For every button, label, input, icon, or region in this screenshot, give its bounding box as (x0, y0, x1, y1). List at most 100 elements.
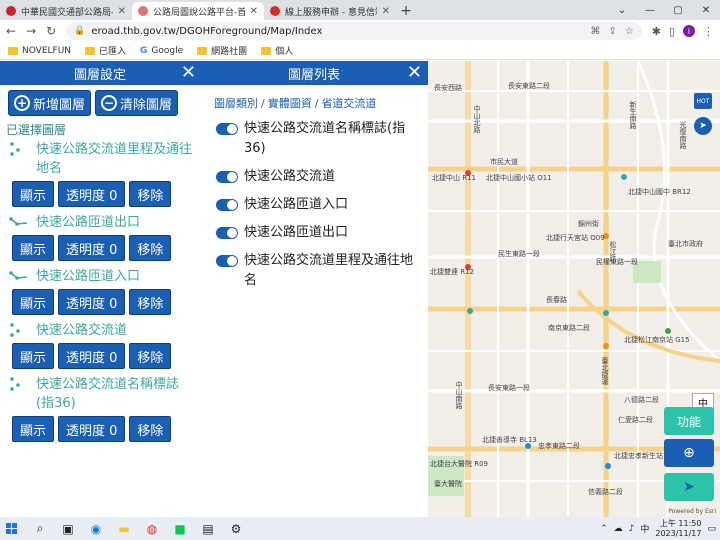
show-button[interactable]: 顯示 (12, 416, 55, 442)
locate-icon[interactable]: ⊕ (664, 439, 714, 467)
settings-gear-icon[interactable]: ⚙ (228, 521, 244, 537)
layer-toggle-row: 快速公路匝道出口 (200, 223, 428, 243)
file-explorer-icon[interactable]: ▬ (116, 521, 132, 537)
layer-name: 快速公路交流道名稱標誌(指36) (36, 377, 180, 411)
extensions-icon[interactable]: ✱ (652, 25, 661, 38)
network-icon[interactable]: ☁ (614, 524, 623, 534)
opacity-button[interactable]: 透明度 0 (58, 343, 126, 369)
map-label: 南京東路二段 (548, 324, 590, 332)
avatar[interactable]: i (683, 25, 695, 37)
tab-title: 線上服務申辦 - 意見信箱 - 案件總 (285, 7, 377, 18)
bookmark-imported[interactable]: 已匯入 (85, 44, 126, 57)
bookmark-google[interactable]: G Google (140, 46, 183, 56)
bookmark-personal[interactable]: 個人 (261, 44, 293, 57)
navigation-icon[interactable]: ➤ (664, 473, 714, 501)
notification-icon[interactable]: ▭ (707, 524, 716, 534)
opacity-button[interactable]: 透明度 0 (58, 181, 126, 207)
translate-icon[interactable]: ⌘ (590, 26, 600, 37)
map-label: 光復南路 (679, 121, 687, 149)
edge-icon[interactable]: ◉ (88, 521, 104, 537)
clock[interactable]: 上午 11:50 2023/11/17 (655, 519, 701, 539)
add-layer-button[interactable]: + 新增圖層 (8, 90, 92, 116)
line-app-icon[interactable]: ■ (172, 521, 188, 537)
remove-button[interactable]: 移除 (129, 289, 172, 315)
bookmark-label: 個人 (275, 47, 294, 57)
new-tab-button[interactable]: + (396, 2, 416, 20)
opacity-button[interactable]: 透明度 0 (58, 235, 126, 261)
clock-date: 2023/11/17 (655, 528, 702, 538)
compass-icon[interactable]: ➤ (694, 117, 712, 135)
task-view-icon[interactable]: ▣ (60, 521, 76, 537)
breadcrumb-item[interactable]: 省道交流道 (321, 97, 376, 110)
close-icon[interactable]: ✕ (382, 6, 390, 17)
layer-buttons: + 新增圖層 − 清除圖層 (0, 85, 200, 121)
map-label: 八德路二段 (624, 396, 659, 404)
bookmarks-bar: NOVELFUN 已匯入 G Google 網路社團 個人 (0, 42, 720, 60)
opacity-button[interactable]: 透明度 0 (58, 289, 126, 315)
bookmark-groups[interactable]: 網路社團 (197, 44, 247, 57)
browser-tab-3[interactable]: 線上服務申辦 - 意見信箱 - 案件總 ✕ (264, 2, 396, 20)
browser-tab-2[interactable]: 公路局圖說公路平台-首台 ✕ (132, 2, 264, 20)
close-window-icon[interactable]: ✕ (692, 0, 720, 20)
toggle-switch[interactable] (216, 255, 238, 267)
layer-toggle-row: 快速公路交流道 (200, 167, 428, 187)
window-controls: ⌄ — ▢ ✕ (608, 0, 720, 20)
share-icon[interactable]: ⇪ (608, 26, 616, 37)
remove-button[interactable]: 移除 (129, 416, 172, 442)
button-label: 新增圖層 (33, 97, 86, 113)
map-label: 北捷松江南京站 G15 (624, 336, 690, 344)
function-button[interactable]: 功能 (664, 407, 714, 435)
chrome-icon[interactable]: ◍ (144, 521, 160, 537)
forward-icon[interactable]: → (26, 24, 36, 38)
toggle-switch[interactable] (216, 227, 238, 239)
breadcrumb: 圖層類別 / 實體圖資 / 省道交流道 (214, 97, 377, 110)
chevron-up-icon[interactable]: ⌃ (600, 524, 608, 534)
remove-button[interactable]: 移除 (129, 181, 172, 207)
map-label: 臺大醫院 (434, 480, 462, 488)
show-button[interactable]: 顯示 (12, 235, 55, 261)
map-label: 北捷中山 R11 (432, 174, 476, 182)
search-icon[interactable]: ⌕ (32, 521, 48, 537)
maximize-icon[interactable]: ▢ (664, 0, 692, 20)
volume-icon[interactable]: ♪ (629, 524, 635, 534)
close-icon[interactable]: ✕ (118, 6, 126, 17)
line-icon (8, 213, 30, 231)
close-icon[interactable]: ✕ (181, 61, 196, 85)
chevron-down-icon[interactable]: ⌄ (608, 0, 636, 20)
tab-title: 公路局圖說公路平台-首台 (153, 7, 245, 18)
app-icon[interactable]: ▤ (200, 521, 216, 537)
tab-title: 中華民國交通部公路局-相關網站 (21, 7, 113, 18)
bookmark-label: 網路社團 (211, 47, 248, 57)
remove-button[interactable]: 移除 (129, 343, 172, 369)
clear-layers-button[interactable]: − 清除圖層 (95, 90, 179, 116)
map-label: 長春路 (546, 296, 567, 304)
url-field[interactable]: 🔒 eroad.thb.gov.tw/DGOHForeground/Map/In… (66, 22, 642, 40)
bookmark-novelfun[interactable]: NOVELFUN (8, 46, 71, 56)
close-icon[interactable]: ✕ (250, 6, 258, 17)
layer-name: 快速公路匝道入口 (36, 269, 141, 284)
browser-tab-1[interactable]: 中華民國交通部公路局-相關網站 ✕ (0, 2, 132, 20)
close-icon[interactable]: ✕ (407, 61, 422, 85)
windows-start-icon[interactable] (4, 521, 20, 537)
map-view[interactable]: 長安西路 市民大道 北捷中山 R11 北捷中山國小站 O11 長安東路二段 中山… (428, 61, 720, 517)
show-button[interactable]: 顯示 (12, 181, 55, 207)
hot-button[interactable]: HOT (694, 93, 712, 109)
show-button[interactable]: 顯示 (12, 289, 55, 315)
minimize-icon[interactable]: — (636, 0, 664, 20)
toggle-switch[interactable] (216, 171, 238, 183)
reload-icon[interactable]: ↻ (46, 24, 56, 38)
opacity-button[interactable]: 透明度 0 (58, 416, 126, 442)
dots-icon (8, 140, 30, 158)
toggle-switch[interactable] (216, 123, 238, 135)
menu-icon[interactable]: ⋮ (703, 25, 714, 38)
breadcrumb-item[interactable]: 實體圖資 (268, 97, 312, 110)
sidebar-icon[interactable]: ▯ (669, 25, 675, 38)
back-icon[interactable]: ← (6, 24, 16, 38)
bookmark-label: NOVELFUN (22, 45, 72, 56)
show-button[interactable]: 顯示 (12, 343, 55, 369)
breadcrumb-item[interactable]: 圖層類別 (214, 97, 258, 110)
star-icon[interactable]: ☆ (625, 26, 634, 37)
toggle-switch[interactable] (216, 199, 238, 211)
remove-button[interactable]: 移除 (129, 235, 172, 261)
ime-indicator[interactable]: 中 (640, 522, 649, 535)
